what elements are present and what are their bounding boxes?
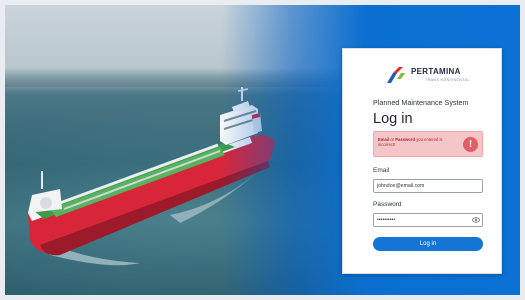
login-page: PERTAMINA TRANS KONTINENTAL Planned Main… xyxy=(5,5,520,295)
login-button[interactable]: Log in xyxy=(373,237,483,251)
brand-name: PERTAMINA xyxy=(411,67,461,76)
app-subtitle: Planned Maintenance System xyxy=(373,98,469,107)
login-card: PERTAMINA TRANS KONTINENTAL Planned Main… xyxy=(342,48,502,274)
pertamina-logo: PERTAMINA TRANS KONTINENTAL xyxy=(385,65,470,85)
eye-icon[interactable] xyxy=(472,217,480,223)
brand-subname: TRANS KONTINENTAL xyxy=(425,78,470,82)
error-message: Email or Password you entered is incorre… xyxy=(378,137,458,147)
email-label: Email xyxy=(373,167,390,174)
error-word-password: Password xyxy=(395,137,416,142)
password-field[interactable] xyxy=(373,213,483,227)
exclamation-icon: ! xyxy=(463,137,478,152)
password-label: Password xyxy=(373,201,402,208)
error-alert: Email or Password you entered is incorre… xyxy=(373,131,483,157)
pertamina-logo-icon xyxy=(387,67,405,83)
login-title: Log in xyxy=(373,111,413,127)
email-field[interactable] xyxy=(373,179,483,193)
